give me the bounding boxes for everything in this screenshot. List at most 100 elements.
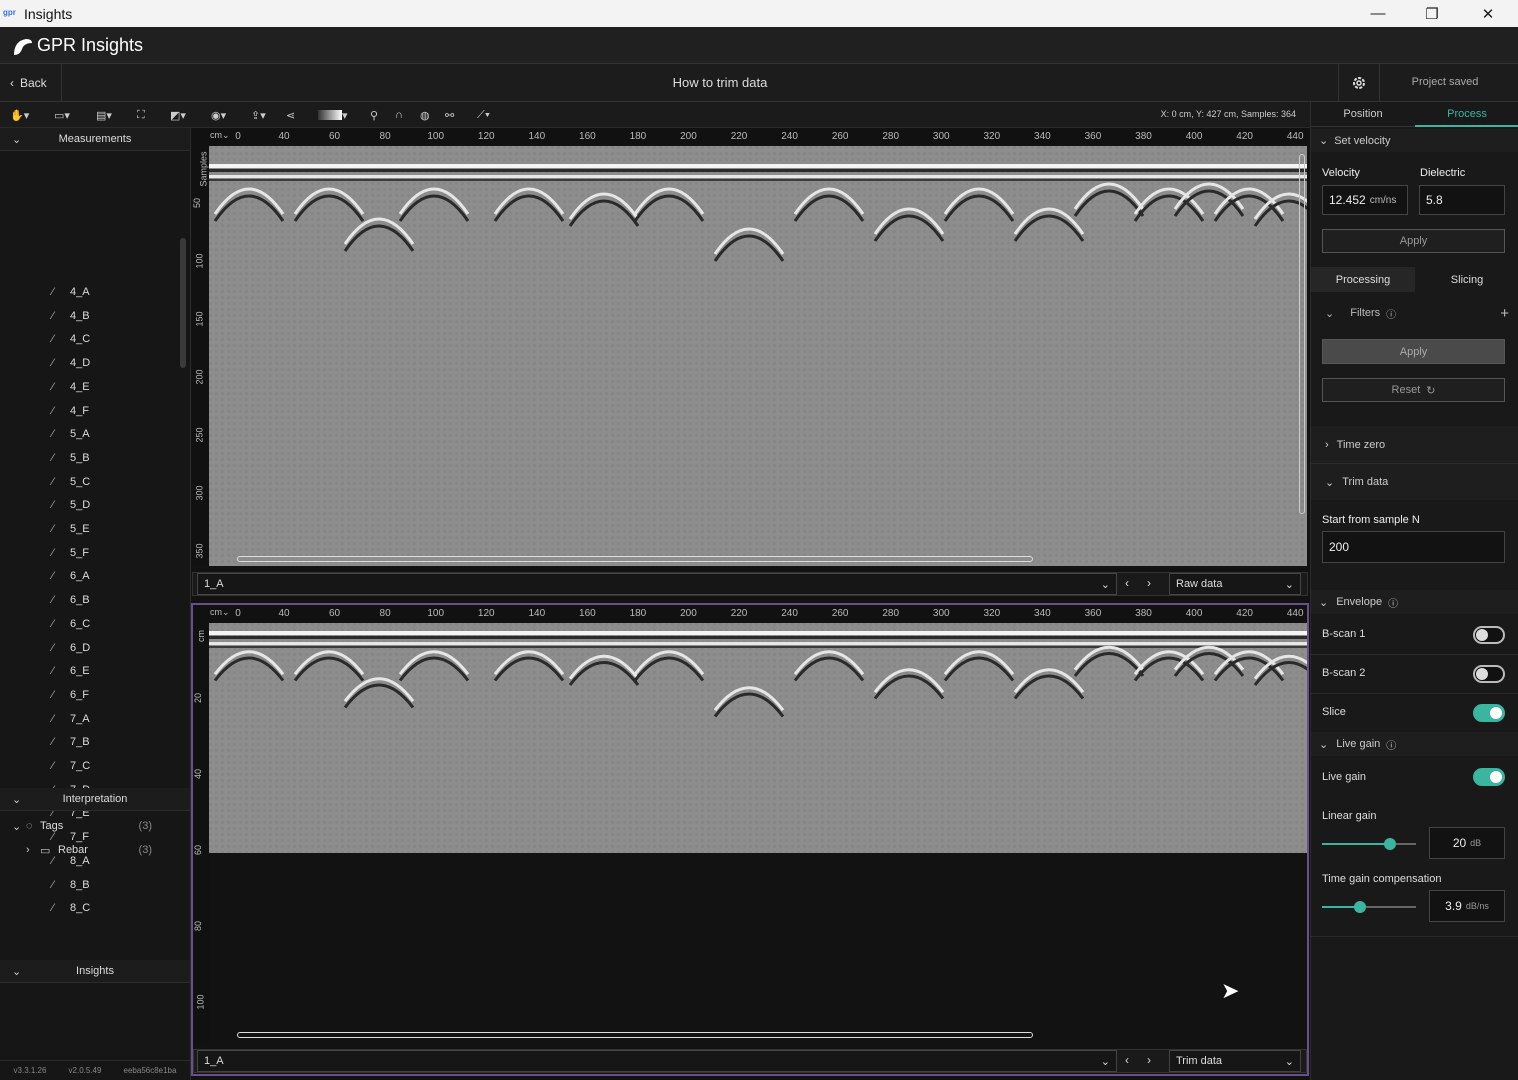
velocity-input[interactable]: 12.452 cm/ns bbox=[1322, 185, 1408, 215]
next-scan-button[interactable]: › bbox=[1147, 1053, 1151, 1067]
prev-scan-button[interactable]: ‹ bbox=[1125, 576, 1129, 590]
slice-toggle[interactable] bbox=[1473, 704, 1505, 722]
start-sample-input[interactable]: 200 bbox=[1322, 531, 1505, 563]
filters-header[interactable]: ⌄ Filters ⓘ + bbox=[1325, 305, 1515, 322]
add-filter-button[interactable]: + bbox=[1500, 305, 1509, 322]
tool-hyperbola-button[interactable]: ∩ bbox=[395, 106, 403, 124]
mode-select-2[interactable]: Trim data ⌄ bbox=[1169, 1050, 1301, 1072]
filters-reset-button[interactable]: Reset ↻ bbox=[1322, 378, 1505, 402]
x-tick-label: 200 bbox=[680, 131, 697, 142]
tgc-input[interactable]: 3.9 dB/ns bbox=[1429, 890, 1505, 922]
dielectric-input[interactable]: 5.8 bbox=[1419, 185, 1505, 215]
trim-data-header[interactable]: ⌄ Trim data bbox=[1311, 464, 1518, 500]
prev-scan-button[interactable]: ‹ bbox=[1125, 1053, 1129, 1067]
tool-fit-button[interactable]: ⛶ bbox=[137, 106, 145, 124]
tool-pan-button[interactable]: ✋▾ bbox=[10, 106, 29, 124]
measurement-item[interactable]: ⁄ 7_C bbox=[52, 758, 90, 774]
measurement-item[interactable]: ⁄ 6_E bbox=[52, 663, 90, 679]
bscan2-toggle[interactable] bbox=[1473, 665, 1505, 683]
measurement-item[interactable]: ⁄ 6_C bbox=[52, 616, 90, 632]
x-tick-label: 240 bbox=[781, 131, 798, 142]
tgc-slider[interactable] bbox=[1322, 901, 1416, 913]
tool-chart-button[interactable]: ⟋▾ bbox=[477, 106, 490, 124]
measurement-item[interactable]: ⁄ 7_A bbox=[52, 711, 90, 727]
settings-button[interactable] bbox=[1338, 64, 1380, 102]
tool-link-button[interactable]: ⚯ bbox=[445, 106, 454, 124]
tab-slicing[interactable]: Slicing bbox=[1415, 267, 1518, 292]
tool-view-button[interactable]: ◉▾ bbox=[211, 106, 226, 124]
line-icon: ⁄ bbox=[52, 333, 54, 346]
scan-select-2[interactable]: 1_A ⌄ bbox=[197, 1050, 1117, 1072]
measurements-header[interactable]: ⌄ Measurements bbox=[0, 128, 190, 151]
tool-share-button[interactable]: ⋖ bbox=[286, 106, 295, 124]
info-icon: ⓘ bbox=[1388, 598, 1399, 610]
tags-row[interactable]: ⌄ ◌ Tags (3) bbox=[12, 818, 182, 834]
measurement-item[interactable]: ⁄ 4_A bbox=[52, 284, 90, 300]
tool-drop-button[interactable]: ◍ bbox=[420, 106, 430, 124]
envelope-header[interactable]: ⌄ Envelope ⓘ bbox=[1311, 590, 1518, 614]
start-sample-value: 200 bbox=[1329, 540, 1350, 554]
measurement-item[interactable]: ⁄ 4_F bbox=[52, 403, 89, 419]
slider-thumb[interactable] bbox=[1354, 901, 1366, 913]
colormap-button[interactable]: ▾ bbox=[318, 106, 348, 124]
measurement-item[interactable]: ⁄ 6_B bbox=[52, 592, 90, 608]
measurement-item[interactable]: ⁄ 6_D bbox=[52, 640, 90, 656]
x-tick-label: 0 bbox=[235, 131, 241, 142]
linear-gain-input[interactable]: 20 dB bbox=[1429, 827, 1505, 859]
interpretation-header[interactable]: ⌄ Interpretation bbox=[0, 788, 190, 811]
next-scan-button[interactable]: › bbox=[1147, 576, 1151, 590]
time-zero-header[interactable]: › Time zero bbox=[1311, 426, 1518, 464]
velocity-apply-button[interactable]: Apply bbox=[1322, 229, 1505, 253]
vertical-scrollbar[interactable] bbox=[1299, 154, 1305, 514]
line-icon: ⁄ bbox=[52, 712, 54, 725]
tool-layout-button[interactable]: ▭▾ bbox=[54, 106, 70, 124]
set-velocity-header[interactable]: ⌄ Set velocity bbox=[1311, 129, 1518, 152]
close-button[interactable]: ✕ bbox=[1465, 0, 1511, 27]
bscan-view-raw[interactable] bbox=[209, 146, 1307, 566]
measurement-item[interactable]: ⁄ 4_E bbox=[52, 379, 90, 395]
live-gain-header[interactable]: ⌄ Live gain ⓘ bbox=[1311, 732, 1518, 756]
minimize-button[interactable]: — bbox=[1355, 0, 1401, 27]
insights-header[interactable]: ⌄ Insights bbox=[0, 960, 190, 983]
measurement-item[interactable]: ⁄ 5_B bbox=[52, 450, 90, 466]
measurement-item[interactable]: ⁄ 5_D bbox=[52, 497, 90, 513]
tab-position[interactable]: Position bbox=[1311, 102, 1415, 127]
measurement-item[interactable]: ⁄ 4_C bbox=[52, 331, 90, 347]
horizontal-scrollbar[interactable] bbox=[237, 1032, 1033, 1038]
tool-marker-button[interactable]: ⚲ bbox=[370, 106, 378, 124]
slider-thumb[interactable] bbox=[1384, 838, 1396, 850]
measurement-item[interactable]: ⁄ 8_B bbox=[52, 877, 90, 893]
restore-button[interactable]: ❐ bbox=[1409, 0, 1455, 27]
measurement-item[interactable]: ⁄ 6_A bbox=[52, 568, 90, 584]
measurement-item[interactable]: ⁄ 5_F bbox=[52, 545, 89, 561]
tool-export-button[interactable]: ⇪▾ bbox=[251, 106, 266, 124]
x-tick-label: 180 bbox=[629, 131, 647, 142]
mode-select-1[interactable]: Raw data ⌄ bbox=[1169, 573, 1301, 595]
bscan-view-trimmed[interactable] bbox=[209, 623, 1307, 853]
live-gain-toggle[interactable] bbox=[1473, 768, 1505, 786]
measurement-item[interactable]: ⁄ 4_D bbox=[52, 355, 90, 371]
bscan1-toggle[interactable] bbox=[1473, 626, 1505, 644]
back-button[interactable]: ‹ Back bbox=[0, 64, 62, 102]
tab-process[interactable]: Process bbox=[1415, 102, 1518, 127]
tags-label: Tags bbox=[40, 820, 64, 832]
measurement-item[interactable]: ⁄ 5_A bbox=[52, 426, 90, 442]
tool-grid-button[interactable]: ▤▾ bbox=[96, 106, 112, 124]
measurement-item[interactable]: ⁄ 6_F bbox=[52, 687, 89, 703]
measurement-item[interactable]: ⁄ 5_C bbox=[52, 474, 90, 490]
tool-draw-button[interactable]: ◩▾ bbox=[170, 106, 186, 124]
measurement-item[interactable]: ⁄ 7_B bbox=[52, 734, 90, 750]
linear-gain-slider[interactable] bbox=[1322, 838, 1416, 850]
fit-icon: ⛶ bbox=[137, 108, 145, 121]
measurement-item[interactable]: ⁄ 8_C bbox=[52, 900, 90, 916]
measurements-scrollbar[interactable] bbox=[180, 238, 186, 368]
chevron-down-icon: ⌄ bbox=[12, 820, 22, 833]
measurement-item[interactable]: ⁄ 4_B bbox=[52, 308, 90, 324]
tab-processing[interactable]: Processing bbox=[1311, 267, 1415, 292]
filters-apply-button[interactable]: Apply bbox=[1322, 339, 1505, 364]
rebar-row[interactable]: › ▭ Rebar (3) bbox=[26, 842, 182, 858]
scan-select-1[interactable]: 1_A ⌄ bbox=[197, 573, 1117, 595]
interpretation-title: Interpretation bbox=[62, 793, 128, 805]
measurement-item[interactable]: ⁄ 5_E bbox=[52, 521, 90, 537]
horizontal-scrollbar[interactable] bbox=[237, 556, 1033, 562]
